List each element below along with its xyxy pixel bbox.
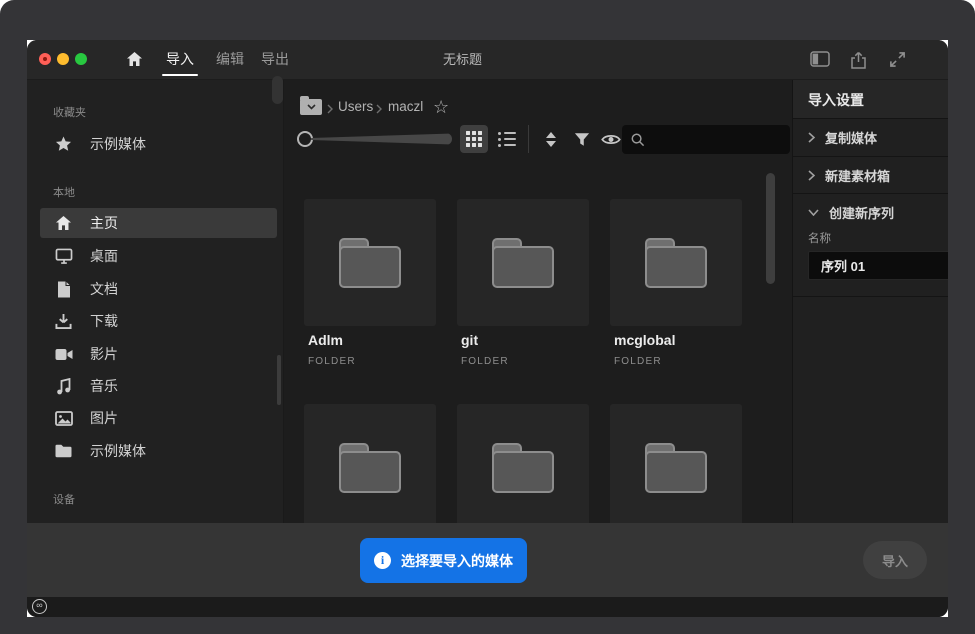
folder-kind: FOLDER: [308, 356, 356, 367]
grid-view-button[interactable]: [460, 125, 488, 153]
preview-toggle-button[interactable]: [597, 125, 625, 153]
tab-import[interactable]: 导入: [160, 40, 200, 79]
folder-tile-mcglobal[interactable]: [610, 199, 742, 326]
folder-name: mcglobal: [614, 332, 675, 348]
sidebar-item-sample-media[interactable]: 示例媒体: [40, 436, 277, 466]
grid-view-icon: [466, 131, 482, 147]
funnel-icon: [574, 132, 590, 147]
minimize-window-button[interactable]: [57, 53, 69, 65]
folder-kind: FOLDER: [461, 356, 509, 367]
folder-icon: [645, 443, 707, 493]
toggle-panel-icon[interactable]: [810, 51, 830, 72]
folder-icon: [339, 443, 401, 493]
chevron-down-icon: [808, 209, 819, 216]
chevron-right-icon: [808, 132, 815, 143]
sidebar-item-music[interactable]: 音乐: [40, 371, 277, 401]
status-bar: ∞: [27, 597, 948, 617]
sidebar-item-home[interactable]: 主页: [40, 208, 277, 238]
sidebar: 收藏夹 示例媒体 本地 主页: [27, 80, 284, 523]
search-field[interactable]: [622, 125, 790, 154]
sidebar-item-desktop[interactable]: 桌面: [40, 241, 277, 271]
folder-name: git: [461, 332, 478, 348]
section-header-devices: 设备: [53, 491, 75, 507]
sort-button[interactable]: [537, 125, 565, 153]
list-view-button[interactable]: [493, 125, 521, 153]
breadcrumb-users[interactable]: Users: [338, 94, 373, 120]
section-new-bin[interactable]: 新建素材箱: [793, 156, 948, 194]
section-header-local: 本地: [53, 184, 75, 200]
panel-title: 导入设置: [808, 90, 864, 110]
folder-icon: [492, 443, 554, 493]
zoom-window-button[interactable]: [75, 53, 87, 65]
toolbar-separator: [528, 125, 529, 153]
desktop-background: 导入 编辑 导出 无标题 - 已编辑: [0, 0, 975, 634]
download-icon: [54, 313, 73, 330]
thumbnail-zoom-slider-track[interactable]: [311, 133, 452, 145]
title-bar: 导入 编辑 导出 无标题 - 已编辑: [27, 40, 948, 80]
search-input[interactable]: [651, 131, 775, 148]
sidebar-item-movies[interactable]: 影片: [40, 339, 277, 369]
home-icon: [54, 215, 73, 231]
chevron-right-icon: [808, 170, 815, 181]
section-header-favorites: 收藏夹: [53, 104, 86, 120]
folder-tile[interactable]: [304, 404, 436, 523]
app-window: 导入 编辑 导出 无标题 - 已编辑: [27, 40, 948, 617]
folder-icon: [54, 444, 73, 458]
folder-tile-adlm[interactable]: [304, 199, 436, 326]
close-window-button[interactable]: [39, 53, 51, 65]
chevron-right-icon: [327, 101, 333, 119]
tab-export[interactable]: 导出: [255, 40, 295, 79]
section-create-sequence[interactable]: 创建新序列: [793, 193, 948, 231]
music-note-icon: [54, 378, 73, 395]
breadcrumb-folder-dropdown[interactable]: [300, 99, 322, 115]
list-view-icon: [498, 132, 516, 147]
breadcrumb-maczl[interactable]: maczl: [388, 94, 423, 120]
fullscreen-icon[interactable]: [889, 51, 906, 73]
select-media-button[interactable]: i 选择要导入的媒体: [360, 538, 527, 583]
content-scrollbar[interactable]: [766, 173, 775, 284]
folder-tile[interactable]: [457, 404, 589, 523]
creative-cloud-icon[interactable]: ∞: [32, 599, 47, 614]
thumbnail-zoom-slider-handle[interactable]: [297, 131, 313, 147]
tab-edit[interactable]: 编辑: [210, 40, 250, 79]
import-button[interactable]: 导入: [863, 541, 927, 579]
folder-tile[interactable]: [610, 404, 742, 523]
sidebar-scrollbar[interactable]: [277, 355, 281, 405]
home-icon[interactable]: [126, 51, 143, 72]
eye-icon: [601, 133, 621, 146]
sidebar-item-pictures[interactable]: 图片: [40, 403, 277, 433]
document-icon: [54, 281, 73, 298]
sidebar-item-documents[interactable]: 文档: [40, 274, 277, 304]
document-title: 无标题 - 已编辑: [443, 40, 490, 79]
image-icon: [54, 411, 73, 426]
desktop-icon: [54, 248, 73, 264]
video-camera-icon: [54, 348, 73, 361]
search-icon: [631, 133, 645, 147]
folder-name: Adlm: [308, 332, 343, 348]
sidebar-item-sample-media-favorite[interactable]: 示例媒体: [40, 129, 277, 159]
folder-icon: [339, 238, 401, 288]
folder-icon: [492, 238, 554, 288]
filter-button[interactable]: [568, 125, 596, 153]
favorite-star-icon[interactable]: ☆: [433, 94, 449, 120]
sidebar-item-downloads[interactable]: 下载: [40, 306, 277, 336]
info-icon: i: [374, 552, 391, 569]
share-icon[interactable]: [850, 51, 867, 74]
chevron-right-icon: [376, 101, 382, 119]
folder-kind: FOLDER: [614, 356, 662, 367]
folder-icon: [645, 238, 707, 288]
section-copy-media[interactable]: 复制媒体: [793, 118, 948, 156]
action-bar: i 选择要导入的媒体 导入: [27, 523, 948, 597]
sort-icon: [546, 132, 556, 147]
sequence-name-input[interactable]: [808, 251, 948, 280]
sidebar-resize-handle[interactable]: [272, 76, 283, 104]
sequence-name-label: 名称: [808, 230, 831, 246]
import-settings-panel: 导入设置 复制媒体 新建素材箱: [792, 80, 948, 523]
folder-tile-git[interactable]: [457, 199, 589, 326]
star-icon: [54, 136, 73, 152]
file-browser: Users maczl ☆: [284, 80, 792, 523]
